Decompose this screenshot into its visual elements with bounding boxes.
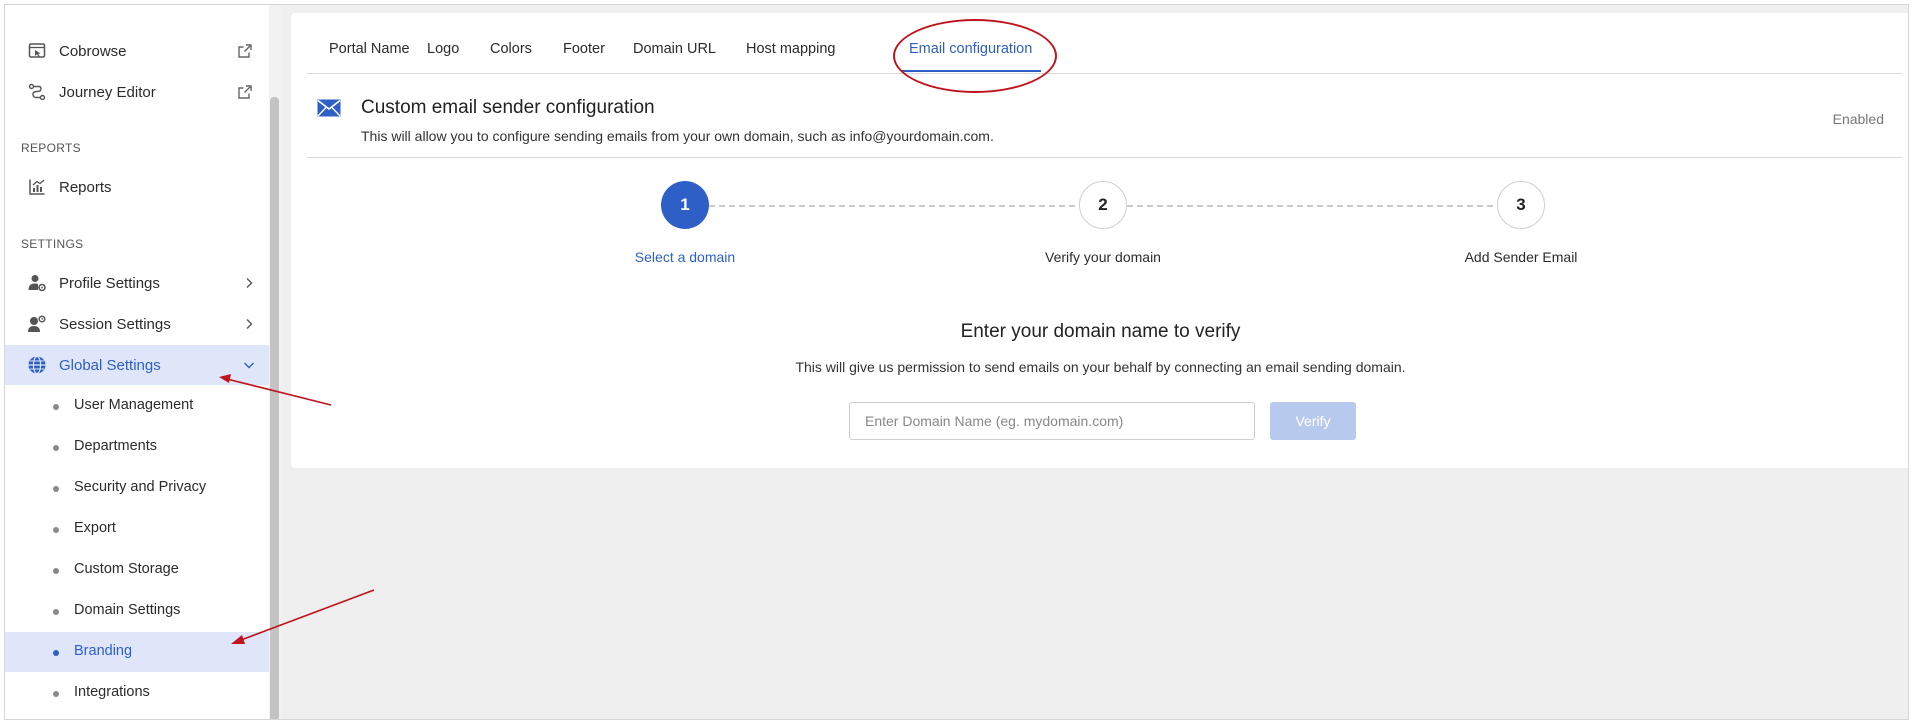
session-settings-icon (28, 315, 46, 332)
email-config-description: This will allow you to configure sending… (361, 128, 994, 144)
sidebar-item-journey-editor[interactable]: Journey Editor (5, 72, 269, 112)
sidebar-subitem-label: User Management (74, 397, 194, 413)
sidebar-item-cobrowse[interactable]: Cobrowse (5, 31, 269, 71)
step-3-label: Add Sender Email (1464, 249, 1578, 265)
email-config-header: Custom email sender configuration This w… (307, 73, 1902, 158)
tab-host-mapping[interactable]: Host mapping (746, 41, 835, 57)
sidebar-subitem-integrations[interactable]: Integrations (5, 673, 269, 713)
active-tab-indicator (901, 70, 1041, 72)
bullet-dot (53, 486, 59, 492)
sidebar-subitem-label: Custom Storage (74, 561, 179, 577)
tab-footer[interactable]: Footer (563, 41, 605, 57)
verify-title: Enter your domain name to verify (960, 321, 1241, 342)
sidebar-item-session-settings[interactable]: Session Settings (5, 304, 269, 344)
bullet-dot (53, 650, 59, 656)
bullet-dot (53, 568, 59, 574)
tab-bar: Portal Name Logo Colors Footer Domain UR… (307, 13, 1902, 93)
bullet-dot (53, 445, 59, 451)
email-config-status: Enabled (1832, 111, 1884, 127)
sidebar-subitem-custom-storage[interactable]: Custom Storage (5, 550, 269, 590)
reports-icon (29, 179, 45, 195)
sidebar-item-global-settings[interactable]: Global Settings (5, 345, 269, 385)
step-connector (1127, 205, 1503, 207)
step-2-circle: 2 (1079, 181, 1127, 229)
section-label-settings: SETTINGS (21, 237, 84, 251)
cobrowse-icon (28, 43, 46, 58)
sidebar-subitem-branding[interactable]: Branding (5, 632, 269, 672)
tab-colors[interactable]: Colors (490, 41, 532, 57)
profile-settings-icon (28, 275, 46, 292)
sidebar-subitem-domain-settings[interactable]: Domain Settings (5, 591, 269, 631)
sidebar-subitem-label: Domain Settings (74, 602, 181, 618)
sidebar-item-label: Global Settings (59, 356, 161, 374)
bullet-dot (53, 691, 59, 697)
verify-button[interactable]: Verify (1270, 402, 1356, 440)
step-1-circle[interactable]: 1 (661, 181, 709, 229)
sidebar-subitem-label: Security and Privacy (74, 479, 207, 495)
sidebar-subitem-security-and-privacy[interactable]: Security and Privacy (5, 468, 269, 508)
external-link-icon[interactable] (237, 84, 253, 100)
external-link-icon[interactable] (237, 43, 253, 59)
sidebar-subitem-label: Departments (74, 438, 158, 454)
globe-icon (28, 355, 46, 375)
sidebar-subitem-label: Branding (74, 643, 133, 659)
envelope-icon (317, 99, 341, 117)
sidebar-item-label: Cobrowse (59, 42, 127, 60)
sidebar-scrollbar-thumb[interactable] (270, 97, 279, 719)
tab-portal-name[interactable]: Portal Name (329, 41, 410, 57)
sidebar: Cobrowse Journey Editor REPORTS Reports … (5, 5, 281, 719)
chevron-right-icon (246, 319, 253, 329)
section-label-reports: REPORTS (21, 141, 81, 155)
app-frame: Cobrowse Journey Editor REPORTS Reports … (4, 4, 1909, 720)
bullet-dot (53, 404, 59, 410)
domain-name-input[interactable] (849, 402, 1255, 440)
chevron-down-icon (244, 362, 254, 369)
bullet-dot (53, 527, 59, 533)
verify-description: This will give us permission to send ema… (795, 359, 1406, 375)
tab-logo[interactable]: Logo (427, 41, 459, 57)
sidebar-item-label: Reports (59, 178, 112, 196)
tab-email-configuration[interactable]: Email configuration (909, 41, 1032, 57)
step-1-label: Select a domain (634, 249, 736, 265)
sidebar-item-label: Journey Editor (59, 83, 156, 101)
bullet-dot (53, 609, 59, 615)
sidebar-subitem-label: Export (74, 520, 116, 536)
sidebar-subitem-export[interactable]: Export (5, 509, 269, 549)
sidebar-item-label: Profile Settings (59, 274, 160, 292)
journey-icon (28, 83, 46, 101)
chevron-right-icon (246, 278, 253, 288)
email-config-title: Custom email sender configuration (361, 97, 655, 118)
setup-stepper: 1 2 3 Select a domain Verify your domain… (291, 165, 1908, 265)
step-2-label: Verify your domain (1045, 249, 1161, 265)
sidebar-item-profile-settings[interactable]: Profile Settings (5, 263, 269, 303)
sidebar-item-reports[interactable]: Reports (5, 167, 269, 207)
sidebar-subitem-label: Integrations (74, 684, 150, 700)
tab-domain-url[interactable]: Domain URL (633, 41, 716, 57)
sidebar-subitem-departments[interactable]: Departments (5, 427, 269, 467)
step-3-circle: 3 (1497, 181, 1545, 229)
sidebar-subitem-user-management[interactable]: User Management (5, 386, 269, 426)
branding-card: Portal Name Logo Colors Footer Domain UR… (291, 13, 1908, 468)
sidebar-item-label: Session Settings (59, 315, 171, 333)
step-connector (709, 205, 1085, 207)
